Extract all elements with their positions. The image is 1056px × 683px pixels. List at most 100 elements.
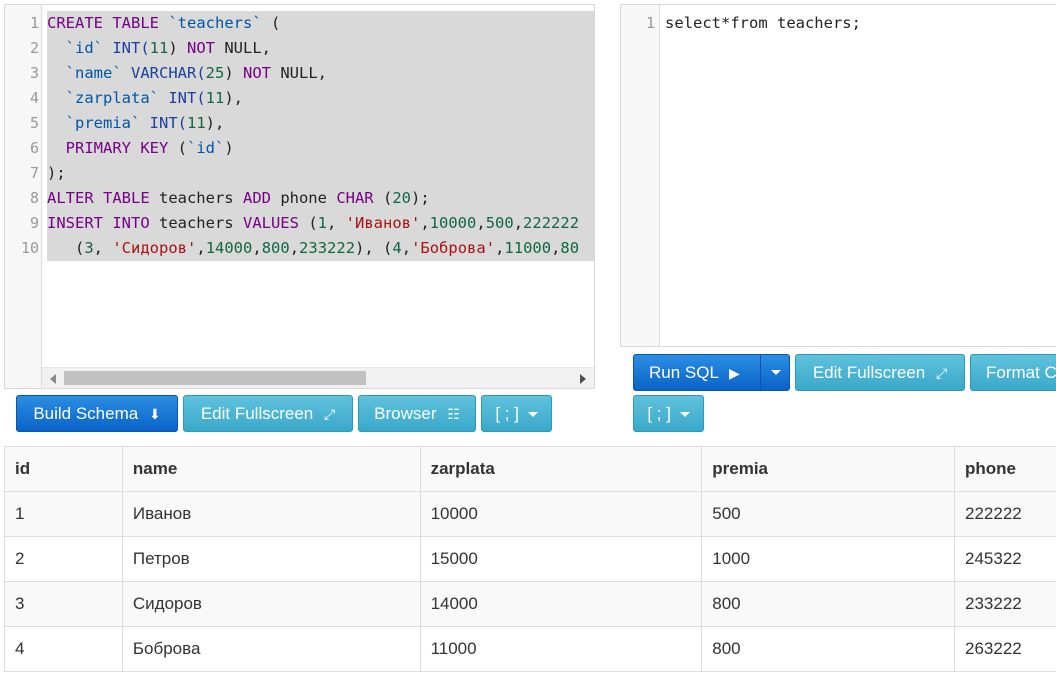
- code-token: 'Сидоров': [112, 239, 197, 257]
- code-token: ALTER TABLE: [47, 189, 159, 207]
- code-token: ): [168, 39, 188, 57]
- column-header: phone: [954, 446, 1056, 492]
- query-code-area[interactable]: select*from teachers;: [660, 5, 1056, 346]
- code-token: CHAR: [336, 189, 374, 207]
- table-cell: 263222: [954, 626, 1056, 672]
- run-sql-button[interactable]: Run SQL ▶: [633, 354, 790, 391]
- chevron-down-icon: [679, 412, 690, 418]
- table-cell: 14000: [419, 581, 703, 627]
- table-cell: 15000: [419, 536, 703, 582]
- query-edit-fullscreen-label: Edit Fullscreen: [812, 363, 926, 382]
- table-cell: 800: [701, 626, 955, 672]
- chevron-down-icon: [770, 370, 781, 376]
- code-line[interactable]: `name` VARCHAR(25) NOT NULL,: [47, 61, 327, 86]
- code-token: 4: [392, 239, 402, 257]
- scroll-left-arrow-icon[interactable]: [50, 374, 56, 384]
- code-line[interactable]: (3, 'Сидоров',14000,800,233222), (4,'Боб…: [47, 236, 579, 261]
- line-number: 1: [645, 14, 655, 32]
- code-token: INSERT INTO: [47, 214, 159, 232]
- code-token: 3: [84, 239, 94, 257]
- code-token: ), (: [355, 239, 393, 257]
- query-delimiter-label: [ ; ]: [647, 404, 671, 423]
- table-cell: 233222: [954, 581, 1056, 627]
- column-header: name: [121, 446, 421, 492]
- line-number: 7: [29, 164, 39, 182]
- code-line[interactable]: INSERT INTO teachers VALUES (1, 'Иванов'…: [47, 211, 579, 236]
- code-token: ): [224, 139, 234, 157]
- code-token: INT(: [159, 89, 206, 107]
- schema-edit-fullscreen-label: Edit Fullscreen: [200, 404, 314, 423]
- code-token: select*from teachers;: [665, 14, 861, 32]
- scrollbar-thumb[interactable]: [64, 371, 366, 385]
- schema-code-area[interactable]: CREATE TABLE `teachers` ( `id` INT(11) N…: [42, 5, 594, 388]
- code-line[interactable]: `zarplata` INT(11),: [47, 86, 243, 111]
- code-token: VALUES: [242, 214, 299, 232]
- query-edit-fullscreen-button[interactable]: Edit Fullscreen ⤢: [795, 354, 965, 391]
- code-token: teachers: [158, 214, 243, 232]
- browser-button[interactable]: Browser ☷: [358, 395, 476, 432]
- table-row: 3 Сидоров 14000 800 233222: [4, 581, 1056, 627]
- code-token: 'Боброва': [411, 239, 496, 257]
- table-cell: 1: [4, 491, 123, 537]
- query-delimiter-button[interactable]: [ ; ]: [633, 395, 704, 432]
- line-number: 4: [29, 89, 39, 107]
- code-token: (: [373, 189, 393, 207]
- run-sql-dropdown-toggle[interactable]: [761, 355, 790, 390]
- code-token: 1: [317, 214, 327, 232]
- code-token: );: [410, 189, 430, 207]
- expand-icon: ⤢: [935, 365, 948, 381]
- code-line[interactable]: CREATE TABLE `teachers` (: [47, 11, 280, 36]
- code-token: ADD: [242, 189, 271, 207]
- code-token: NULL,: [215, 39, 272, 57]
- code-line[interactable]: PRIMARY KEY (`id`): [47, 136, 234, 161]
- scroll-right-arrow-icon[interactable]: [580, 374, 586, 384]
- code-token: VARCHAR(: [121, 64, 206, 82]
- code-token: `id`: [65, 39, 103, 57]
- code-token: (: [177, 139, 187, 157]
- code-token: `teachers`: [168, 14, 262, 32]
- chevron-down-icon: [527, 412, 538, 418]
- code-token: 25: [205, 64, 225, 82]
- code-token: (: [298, 214, 318, 232]
- table-cell: 245322: [954, 536, 1056, 582]
- code-token: ,: [327, 214, 346, 232]
- code-token: 11000: [504, 239, 552, 257]
- schema-editor[interactable]: 1 2 3 4 5 6 7 8 9 10 CREATE TABLE `teachers` ( `i…: [4, 4, 595, 389]
- build-schema-button[interactable]: Build Schema ⬇: [16, 395, 178, 432]
- code-token: );: [47, 164, 66, 182]
- code-line[interactable]: select*from teachers;: [665, 11, 861, 36]
- code-token: ,: [495, 239, 505, 257]
- code-line[interactable]: `premia` INT(11),: [47, 111, 225, 136]
- code-token: ,: [93, 239, 113, 257]
- code-token: ,: [196, 239, 206, 257]
- code-token: `zarplata`: [65, 89, 159, 107]
- table-row: 1 Иванов 10000 500 222222: [4, 491, 1056, 537]
- query-editor[interactable]: 1 select*from teachers;: [620, 4, 1056, 347]
- code-token: 11: [205, 89, 225, 107]
- code-line[interactable]: ALTER TABLE teachers ADD phone CHAR (20)…: [47, 186, 430, 211]
- code-token: ,: [420, 214, 430, 232]
- table-cell: 1000: [701, 536, 955, 582]
- table-cell: 11000: [419, 626, 703, 672]
- code-line[interactable]: `id` INT(11) NOT NULL,: [47, 36, 271, 61]
- code-token: ),: [224, 89, 244, 107]
- line-number: 8: [29, 189, 39, 207]
- code-token: ,: [401, 239, 412, 257]
- table-header-row: id name zarplata premia phone: [4, 446, 1056, 492]
- table-cell: 2: [4, 536, 123, 582]
- horizontal-scrollbar[interactable]: [42, 367, 594, 388]
- code-token: 800: [261, 239, 290, 257]
- code-line[interactable]: );: [47, 161, 66, 186]
- format-code-button[interactable]: Format C: [970, 354, 1056, 391]
- schema-delimiter-button[interactable]: [ ; ]: [481, 395, 552, 432]
- code-token: `id`: [187, 139, 225, 157]
- schema-edit-fullscreen-button[interactable]: Edit Fullscreen ⤢: [183, 395, 353, 432]
- tree-icon: ☷: [447, 406, 460, 422]
- line-number: 3: [29, 64, 39, 82]
- code-token: CREATE TABLE: [47, 14, 169, 32]
- table-cell: 4: [4, 626, 123, 672]
- play-icon: ▶: [729, 365, 740, 381]
- table-cell: 3: [4, 581, 123, 627]
